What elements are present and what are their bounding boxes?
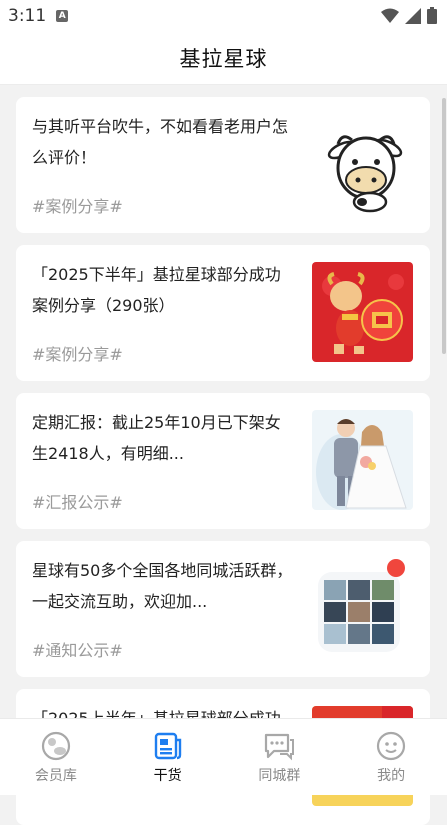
article-icon bbox=[154, 732, 181, 760]
article-title: 定期汇报：截止25年10月已下架女生2418人，有明细... bbox=[32, 413, 281, 463]
chat-bubbles-icon bbox=[265, 733, 295, 761]
tab-articles[interactable]: 干货 bbox=[112, 719, 224, 795]
wifi-icon bbox=[381, 8, 399, 23]
wedding-couple-thumbnail bbox=[312, 410, 413, 510]
tab-profile[interactable]: 我的 bbox=[335, 719, 447, 795]
article-card[interactable]: 「2025下半年」基拉星球部分成功案例分享（290张） #案例分享# bbox=[16, 245, 430, 381]
article-card[interactable]: 星球有50多个全国各地同城活跃群，一起交流互助，欢迎加... #通知公示# bbox=[16, 541, 430, 677]
cow-cartoon-thumbnail bbox=[312, 114, 413, 214]
tab-member-library[interactable]: 会员库 bbox=[0, 719, 112, 795]
article-tag[interactable]: #通知公示# bbox=[32, 637, 123, 661]
article-title: 「2025下半年」基拉星球部分成功案例分享（290张） bbox=[32, 265, 281, 315]
article-card[interactable]: 定期汇报：截止25年10月已下架女生2418人，有明细... #汇报公示# bbox=[16, 393, 430, 529]
bottom-tab-bar: 会员库 干货 同城群 我的 bbox=[0, 718, 447, 795]
scrollbar[interactable] bbox=[442, 98, 446, 354]
tab-label: 会员库 bbox=[34, 768, 77, 784]
tab-label: 我的 bbox=[377, 768, 406, 784]
battery-icon bbox=[427, 7, 437, 24]
page-title: 基拉星球 bbox=[179, 47, 268, 71]
notification-icon: A bbox=[56, 10, 69, 22]
status-bar: 3:11 A bbox=[0, 0, 447, 32]
member-planet-icon bbox=[41, 731, 70, 761]
photo-grid-thumbnail bbox=[312, 558, 413, 658]
app-header: 基拉星球 bbox=[0, 32, 447, 85]
article-card[interactable]: 与其听平台吹牛，不如看看老用户怎么评价！ #案例分享# bbox=[16, 97, 430, 233]
tab-label: 同城群 bbox=[258, 768, 301, 784]
article-tag[interactable]: #案例分享# bbox=[32, 193, 123, 217]
ox-fortune-thumbnail bbox=[312, 262, 413, 362]
article-title: 与其听平台吹牛，不如看看老用户怎么评价！ bbox=[32, 117, 289, 167]
status-time: 3:11 bbox=[8, 6, 47, 26]
profile-face-icon bbox=[377, 731, 406, 761]
status-icons bbox=[381, 7, 437, 24]
tab-city-groups[interactable]: 同城群 bbox=[224, 719, 336, 795]
tab-label: 干货 bbox=[153, 768, 182, 784]
article-tag[interactable]: #汇报公示# bbox=[32, 489, 123, 513]
article-tag[interactable]: #案例分享# bbox=[32, 341, 123, 365]
article-title: 星球有50多个全国各地同城活跃群，一起交流互助，欢迎加... bbox=[32, 561, 293, 611]
signal-icon bbox=[405, 7, 421, 24]
